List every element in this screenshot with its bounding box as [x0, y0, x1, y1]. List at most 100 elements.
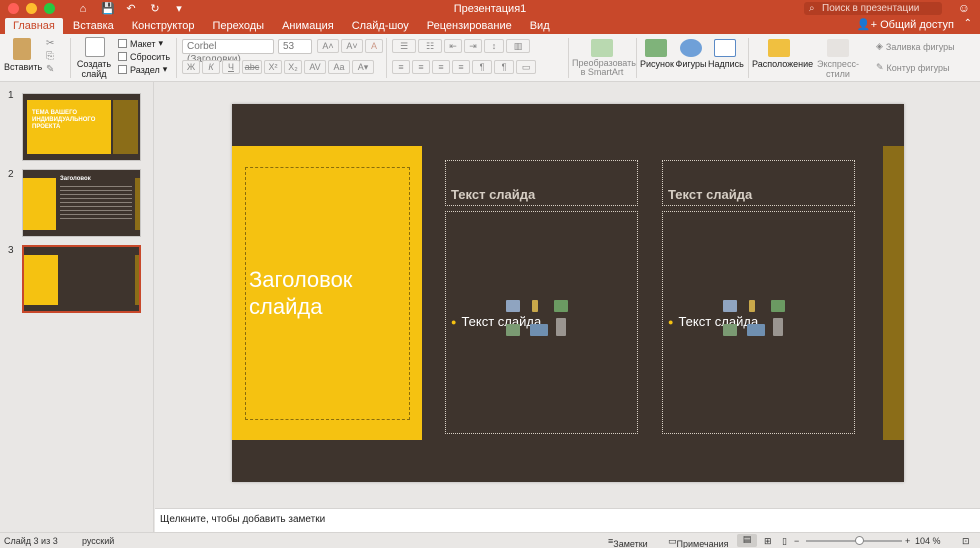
columns-icon[interactable]: ▥	[506, 39, 530, 53]
smartart-label: Преобразовать в SmartArt	[572, 58, 636, 77]
right-content-placeholder[interactable]: ● Текст слайда	[662, 211, 855, 434]
insert-chart-icon[interactable]	[749, 300, 755, 312]
search-input[interactable]: ⌕ Поиск в презентации	[804, 2, 942, 15]
share-button[interactable]: 👤+ Общий доступ	[857, 18, 954, 31]
insert-smartart-icon[interactable]	[554, 300, 568, 312]
shapes-button[interactable]: Фигуры	[674, 39, 708, 69]
notes-pane[interactable]: Щелкните, чтобы добавить заметки	[155, 508, 980, 532]
underline-button[interactable]: Ч	[222, 60, 240, 74]
strikethrough-button[interactable]: abc	[242, 60, 262, 74]
font-size-field[interactable]: 53	[278, 39, 312, 54]
insert-online-picture-icon[interactable]	[747, 324, 765, 336]
feedback-icon[interactable]: ☺	[958, 1, 970, 15]
insert-table-icon[interactable]	[506, 300, 520, 312]
slide-sorter-icon[interactable]: ⊞	[764, 536, 772, 547]
fit-to-window-icon[interactable]: ⊡	[962, 536, 970, 547]
insert-video-icon[interactable]	[556, 318, 566, 336]
layout-button[interactable]: Макет ▾	[118, 37, 170, 50]
insert-table-icon[interactable]	[723, 300, 737, 312]
bullets-icon[interactable]: ☰	[392, 39, 416, 53]
collapse-ribbon-icon[interactable]: ⌃	[964, 18, 972, 29]
thumbnail-title-block	[24, 255, 58, 305]
home-icon[interactable]: ⌂	[77, 3, 89, 15]
normal-view-icon[interactable]: ▤	[737, 534, 757, 547]
tab-view[interactable]: Вид	[522, 18, 558, 34]
numbering-icon[interactable]: ☷	[418, 39, 442, 53]
cut-icon[interactable]: ✂	[46, 37, 54, 50]
subscript-button[interactable]: X₂	[284, 60, 302, 74]
insert-picture-icon[interactable]	[723, 324, 737, 336]
insert-chart-icon[interactable]	[532, 300, 538, 312]
align-text-icon[interactable]: ¶	[494, 60, 514, 74]
insert-content-icons	[723, 300, 795, 344]
reading-view-icon[interactable]: ▯	[782, 536, 787, 547]
customize-quick-access-icon[interactable]: ▾	[173, 3, 185, 15]
decrease-indent-icon[interactable]: ⇤	[444, 39, 462, 53]
comments-toggle-button[interactable]: ▭ Примечания	[668, 536, 728, 548]
textbox-button[interactable]: Надпись	[708, 39, 744, 69]
tab-review[interactable]: Рецензирование	[419, 18, 520, 34]
section-button[interactable]: Раздел ▾	[118, 63, 170, 76]
language-indicator[interactable]: русский	[82, 536, 114, 546]
zoom-window-button[interactable]	[44, 3, 55, 14]
picture-button[interactable]: Рисунок	[640, 39, 674, 69]
copy-icon[interactable]: ⎘	[46, 50, 54, 63]
close-window-button[interactable]	[8, 3, 19, 14]
insert-picture-icon[interactable]	[506, 324, 520, 336]
text-direction-icon[interactable]: ¶	[472, 60, 492, 74]
tab-insert[interactable]: Вставка	[65, 18, 122, 34]
arrange-button[interactable]: Расположение	[752, 39, 813, 69]
tab-home[interactable]: Главная	[5, 18, 63, 34]
format-painter-icon[interactable]: ✎	[46, 63, 54, 76]
redo-icon[interactable]: ↻	[149, 3, 161, 15]
tab-transitions[interactable]: Переходы	[204, 18, 272, 34]
zoom-out-icon[interactable]: −	[794, 536, 799, 546]
minimize-window-button[interactable]	[26, 3, 37, 14]
increase-font-icon[interactable]: A˄	[317, 39, 339, 53]
zoom-slider[interactable]	[806, 540, 902, 542]
slide-thumbnail-3[interactable]	[22, 245, 141, 313]
align-center-icon[interactable]: ≡	[412, 60, 430, 74]
slide-thumbnail-1[interactable]: ТЕМА ВАШЕГО ИНДИВИДУАЛЬНОГО ПРОЕКТА	[22, 93, 141, 161]
justify-icon[interactable]: ≡	[452, 60, 470, 74]
superscript-button[interactable]: X²	[264, 60, 282, 74]
clear-format-icon[interactable]: A	[365, 39, 383, 53]
new-slide-button[interactable]: Создать слайд	[76, 37, 114, 79]
change-case-button[interactable]: Aa	[328, 60, 350, 74]
bold-button[interactable]: Ж	[182, 60, 200, 74]
left-content-placeholder[interactable]: ● Текст слайда	[445, 211, 638, 434]
zoom-slider-handle[interactable]	[855, 536, 864, 545]
insert-smartart-icon[interactable]	[771, 300, 785, 312]
tab-slideshow[interactable]: Слайд-шоу	[344, 18, 417, 34]
zoom-level[interactable]: 104 %	[915, 536, 941, 546]
save-icon[interactable]: 💾	[101, 3, 115, 15]
right-header-placeholder[interactable]: Текст слайда	[662, 160, 855, 206]
font-name-field[interactable]: Corbel (Заголовки)	[182, 39, 274, 65]
italic-button[interactable]: К	[202, 60, 220, 74]
left-header-placeholder[interactable]: Текст слайда	[445, 160, 638, 206]
line-spacing-icon[interactable]: ↕	[484, 39, 504, 53]
slide-thumbnail-2[interactable]: Заголовок	[22, 169, 141, 237]
decrease-font-icon[interactable]: A˅	[341, 39, 363, 53]
tab-design[interactable]: Конструктор	[124, 18, 203, 34]
notes-toggle-button[interactable]: ≡ Заметки	[608, 536, 648, 548]
convert-smartart-button[interactable]: Преобразовать в SmartArt	[572, 39, 636, 77]
align-left-icon[interactable]: ≡	[392, 60, 410, 74]
insert-video-icon[interactable]	[773, 318, 783, 336]
quick-styles-button[interactable]: Экспресс-стили	[808, 39, 868, 79]
increase-indent-icon[interactable]: ⇥	[464, 39, 482, 53]
slide[interactable]: Заголовок слайда Текст слайда ● Текст сл…	[232, 104, 904, 482]
text-box-options-icon[interactable]: ▭	[516, 60, 536, 74]
reset-button[interactable]: Сбросить	[118, 50, 170, 63]
font-color-button[interactable]: A▾	[352, 60, 374, 74]
slide-title[interactable]: Заголовок слайда	[249, 266, 409, 320]
shape-outline-button[interactable]: ✎ Контур фигуры	[876, 61, 955, 74]
zoom-in-icon[interactable]: +	[905, 536, 910, 546]
align-right-icon[interactable]: ≡	[432, 60, 450, 74]
character-spacing-button[interactable]: AV	[304, 60, 326, 74]
tab-animations[interactable]: Анимация	[274, 18, 342, 34]
shape-fill-button[interactable]: ◈ Заливка фигуры	[876, 40, 955, 53]
undo-icon[interactable]: ↶	[125, 3, 137, 15]
insert-online-picture-icon[interactable]	[530, 324, 548, 336]
paste-button[interactable]: Вставить	[4, 38, 42, 72]
